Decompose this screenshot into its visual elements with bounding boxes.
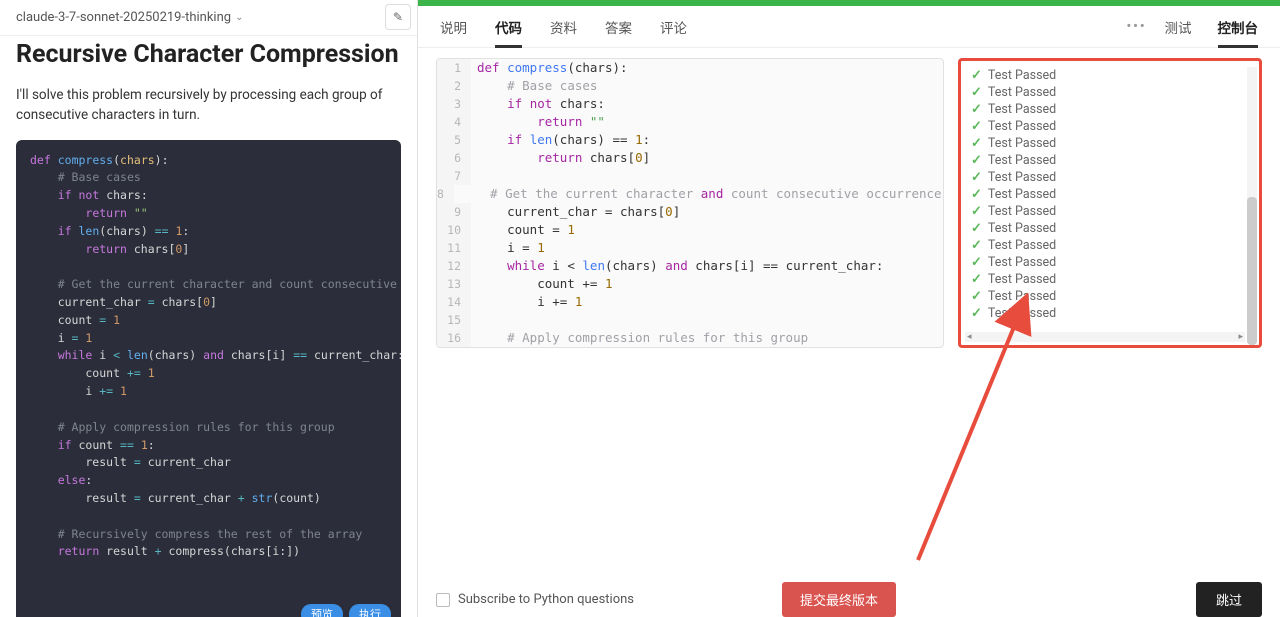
skip-button[interactable]: 跳过 [1196, 582, 1262, 617]
check-icon: ✓ [971, 238, 982, 253]
test-pass-row: ✓Test Passed [971, 237, 1251, 254]
test-pass-row: ✓Test Passed [971, 67, 1251, 84]
article-title: Recursive Character Compression [16, 40, 401, 69]
model-name: claude-3-7-sonnet-20250219-thinking [16, 10, 231, 25]
scrollbar-horizontal[interactable]: ◂▸ [965, 332, 1245, 342]
test-pass-row: ✓Test Passed [971, 152, 1251, 169]
test-pass-row: ✓Test Passed [971, 203, 1251, 220]
submit-button[interactable]: 提交最终版本 [782, 582, 896, 617]
check-icon: ✓ [971, 136, 982, 151]
check-icon: ✓ [971, 68, 982, 83]
footer-row: Subscribe to Python questions 提交最终版本 跳过 [418, 572, 1280, 617]
tab-评论[interactable]: 评论 [660, 7, 687, 47]
preview-button[interactable]: 预览 [301, 604, 343, 617]
check-icon: ✓ [971, 153, 982, 168]
tab-代码[interactable]: 代码 [495, 7, 522, 47]
assistant-panel: claude-3-7-sonnet-20250219-thinking ⌄ ✎ … [0, 0, 418, 617]
tab-答案[interactable]: 答案 [605, 7, 632, 47]
test-pass-row: ✓Test Passed [971, 101, 1251, 118]
check-icon: ✓ [971, 204, 982, 219]
check-icon: ✓ [971, 102, 982, 117]
test-results-panel: ✓Test Passed✓Test Passed✓Test Passed✓Tes… [958, 58, 1262, 348]
more-icon[interactable]: ••• [1126, 19, 1146, 34]
check-icon: ✓ [971, 306, 982, 321]
edit-icon[interactable]: ✎ [385, 4, 411, 30]
test-pass-row: ✓Test Passed [971, 169, 1251, 186]
test-pass-row: ✓Test Passed [971, 135, 1251, 152]
test-pass-row: ✓Test Passed [971, 84, 1251, 101]
test-pass-row: ✓Test Passed [971, 288, 1251, 305]
article-lead: I'll solve this problem recursively by p… [16, 85, 401, 126]
check-icon: ✓ [971, 289, 982, 304]
check-icon: ✓ [971, 170, 982, 185]
tab-说明[interactable]: 说明 [440, 7, 467, 47]
tab-bar: 说明代码资料答案评论 ••• 测试控制台 [418, 6, 1280, 48]
test-pass-row: ✓Test Passed [971, 254, 1251, 271]
test-pass-row: ✓Test Passed [971, 305, 1251, 322]
tab-控制台[interactable]: 控制台 [1218, 7, 1259, 47]
check-icon: ✓ [971, 272, 982, 287]
model-selector[interactable]: claude-3-7-sonnet-20250219-thinking ⌄ ✎ [0, 0, 417, 36]
run-button[interactable]: 执行 [349, 604, 391, 617]
test-pass-row: ✓Test Passed [971, 271, 1251, 288]
test-pass-row: ✓Test Passed [971, 186, 1251, 203]
tab-资料[interactable]: 资料 [550, 7, 577, 47]
check-icon: ✓ [971, 187, 982, 202]
check-icon: ✓ [971, 221, 982, 236]
test-pass-row: ✓Test Passed [971, 220, 1251, 237]
subscribe-label: Subscribe to Python questions [458, 592, 634, 607]
check-icon: ✓ [971, 85, 982, 100]
subscribe-checkbox[interactable] [436, 593, 450, 607]
chevron-down-icon: ⌄ [235, 12, 243, 23]
code-block: def compress(chars): # Base cases if not… [16, 140, 401, 617]
check-icon: ✓ [971, 255, 982, 270]
scrollbar-vertical[interactable] [1247, 67, 1257, 325]
check-icon: ✓ [971, 119, 982, 134]
test-pass-row: ✓Test Passed [971, 118, 1251, 135]
code-editor[interactable]: 1def compress(chars):2 # Base cases3 if … [436, 58, 944, 348]
tab-测试[interactable]: 测试 [1165, 7, 1192, 47]
workspace-panel: 说明代码资料答案评论 ••• 测试控制台 1def compress(chars… [418, 0, 1280, 617]
